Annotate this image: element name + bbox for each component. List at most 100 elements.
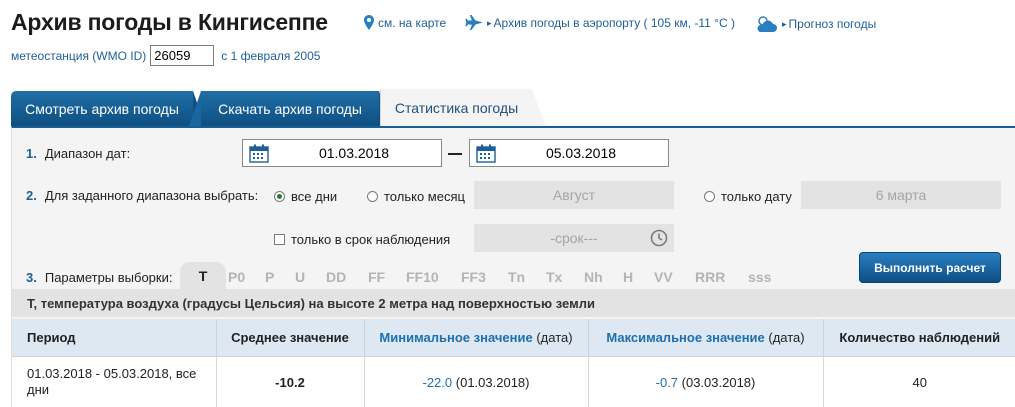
forecast-link-label: Прогноз погоды [788, 17, 877, 31]
map-pin-icon [364, 15, 374, 30]
observation-time-select[interactable]: -срок--- [474, 224, 674, 252]
cell-count: 40 [823, 356, 1015, 407]
date-select-value: 6 марта [875, 187, 927, 203]
col-minimum: Минимальное значение (дата) [364, 319, 589, 357]
airplane-icon [465, 15, 483, 30]
param-tab-P[interactable]: P [265, 269, 274, 285]
page-header: Архив погоды в Кингисеппе [11, 7, 328, 37]
col-minimum-suffix: (дата) [536, 329, 573, 345]
forecast-link[interactable]: ▸ Прогноз погоды [754, 15, 876, 33]
step-label: Для заданного диапазона выбрать: [44, 188, 259, 203]
radio-dot[interactable] [704, 191, 715, 202]
radio-dot[interactable] [367, 191, 378, 202]
calendar-icon[interactable] [249, 144, 269, 163]
radio-label: все дни [291, 189, 338, 204]
date-from-value: 01.03.2018 [318, 145, 390, 161]
radio-dot-selected[interactable] [274, 191, 285, 202]
param-tab-T[interactable]: T [180, 262, 226, 290]
tab-label: Статистика погоды [394, 100, 519, 116]
step-number: 2. [26, 188, 37, 203]
station-label: метеостанция (WMO ID) [11, 48, 147, 63]
calculate-button[interactable]: Выполнить расчет [859, 252, 1001, 283]
map-link-label: см. на карте [378, 15, 447, 30]
clock-icon[interactable] [650, 229, 668, 247]
param-tab-FF3[interactable]: FF3 [461, 269, 486, 285]
page-title: Архив погоды в Кингисеппе [11, 8, 328, 35]
maximum-value[interactable]: -0.7 [656, 375, 678, 390]
minimum-value[interactable]: -22.0 [423, 375, 453, 390]
step-number: 1. [26, 146, 37, 161]
weather-cloud-icon [757, 16, 777, 32]
radio-only-month[interactable]: только месяц [367, 189, 465, 204]
airport-archive-link[interactable]: ▸ Архив погоды в аэропорту ( 105 км, -11… [465, 15, 735, 31]
observation-time-value: -срок--- [550, 230, 598, 246]
date-to-input[interactable]: 05.03.2018 [469, 139, 669, 167]
radio-only-date[interactable]: только дату [704, 189, 792, 204]
calendar-icon[interactable] [476, 144, 496, 163]
month-select[interactable]: Август [474, 181, 674, 209]
tab-view-archive[interactable]: Смотреть архив погоды [11, 91, 205, 126]
tab-statistics[interactable]: Статистика погоды [380, 89, 546, 127]
param-tab-DD[interactable]: DD [326, 269, 346, 285]
radio-all-days[interactable]: все дни [274, 189, 337, 204]
col-maximum-suffix: (дата) [768, 329, 805, 345]
cell-average: -10.2 [216, 356, 365, 407]
table-header-row: Период Среднее значение Минимальное знач… [12, 319, 1015, 357]
date-to-value: 05.03.2018 [545, 145, 617, 161]
maximum-date: (03.03.2018) [681, 374, 756, 390]
param-tab-U[interactable]: U [295, 269, 305, 285]
range-selection-label: 2. Для заданного диапазона выбрать: [26, 188, 258, 203]
radio-label: только месяц [384, 189, 465, 204]
param-tab-Nh[interactable]: Nh [584, 269, 603, 285]
param-tab-RRR[interactable]: RRR [695, 269, 725, 285]
param-tab-VV[interactable]: VV [654, 269, 673, 285]
col-average: Среднее значение [216, 319, 365, 357]
tab-label: Скачать архив погоды [218, 100, 362, 117]
col-minimum-link[interactable]: Минимальное значение [379, 330, 532, 345]
month-select-value: Август [552, 187, 596, 203]
col-maximum: Максимальное значение (дата) [588, 319, 824, 357]
radio-label: только дату [721, 189, 792, 204]
param-tab-FF10[interactable]: FF10 [406, 269, 439, 285]
checkbox-label: только в срок наблюдения [291, 232, 451, 247]
airport-link-label: Архив погоды в аэропорту ( 105 км, -11 °… [493, 16, 735, 30]
station-since: с 1 февраля 2005 [221, 48, 321, 63]
station-row: метеостанция (WMO ID) с 1 февраля 2005 [11, 45, 320, 66]
params-label: 3. Параметры выборки: [26, 270, 172, 285]
statistics-panel: 1. Диапазон дат: 01.03.2018 05.03.2018 2.… [11, 126, 1015, 407]
date-select[interactable]: 6 марта [801, 181, 1001, 209]
param-tab-FF[interactable]: FF [368, 269, 385, 285]
step-label: Параметры выборки: [44, 270, 173, 285]
cell-maximum: -0.7 (03.03.2018) [588, 356, 824, 407]
tab-label: Смотреть архив погоды [25, 100, 179, 117]
map-link[interactable]: см. на карте [364, 15, 446, 30]
col-period: Период [12, 319, 217, 357]
wmo-id-input[interactable] [150, 45, 215, 66]
cell-minimum: -22.0 (01.03.2018) [364, 356, 589, 407]
parameter-description: T, температура воздуха (градусы Цельсия)… [12, 289, 1015, 317]
arrow-right-icon: ▸ [487, 17, 492, 28]
param-tab-H[interactable]: H [623, 269, 633, 285]
param-tab-Tx[interactable]: Tx [546, 269, 562, 285]
col-maximum-link[interactable]: Максимальное значение [606, 330, 764, 345]
date-from-input[interactable]: 01.03.2018 [242, 139, 442, 167]
results-table: Период Среднее значение Минимальное знач… [12, 319, 1015, 407]
arrow-right-icon: ▸ [782, 18, 787, 29]
tab-download-archive[interactable]: Скачать архив погоды [189, 91, 391, 126]
step-label: Диапазон дат: [44, 146, 131, 161]
average-value: -10.2 [275, 374, 305, 390]
table-row: 01.03.2018 - 05.03.2018, все дни -10.2 -… [12, 356, 1015, 407]
date-range-label: 1. Диапазон дат: [26, 146, 130, 161]
param-label: T [198, 268, 208, 284]
step-number: 3. [26, 270, 37, 285]
col-count: Количество наблюдений [823, 319, 1015, 357]
cell-period: 01.03.2018 - 05.03.2018, все дни [12, 356, 217, 407]
checkbox-observation-time[interactable]: только в срок наблюдения [274, 232, 450, 247]
checkbox-box[interactable] [274, 234, 285, 245]
minimum-date: (01.03.2018) [455, 374, 530, 390]
param-tab-Tn[interactable]: Tn [508, 269, 525, 285]
range-dash [448, 153, 462, 155]
param-tab-P0[interactable]: P0 [228, 269, 245, 285]
param-tab-sss[interactable]: sss [748, 269, 771, 285]
tab-bar: Смотреть архив погоды Скачать архив пого… [11, 89, 1015, 127]
